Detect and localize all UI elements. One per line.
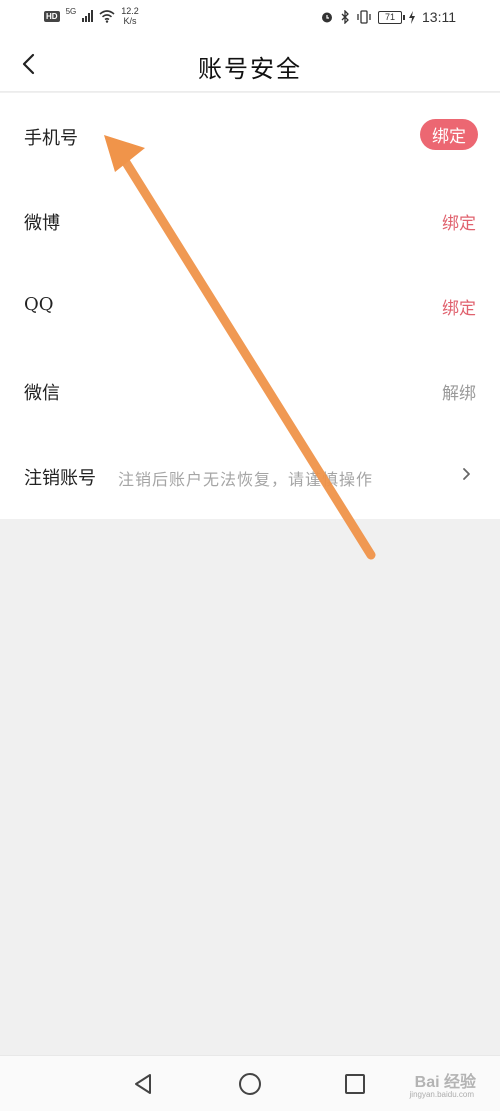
row-label-weibo: 微博: [24, 213, 60, 234]
signal-icon: [82, 10, 94, 22]
row-weibo[interactable]: 微博 绑定: [0, 178, 500, 263]
hd-badge: HD: [44, 10, 60, 22]
network-type: 5G: [65, 6, 77, 16]
triangle-back-icon[interactable]: [129, 1070, 157, 1098]
charging-icon: [409, 10, 415, 24]
unbind-wechat-button[interactable]: 解绑: [442, 379, 476, 404]
network-speed-unit: K/s: [123, 16, 137, 26]
network-speed-value: 12.2: [121, 6, 139, 16]
row-cancel-account[interactable]: 注销账号 注销后账户无法恢复，请谨慎操作: [0, 433, 500, 518]
row-wechat[interactable]: 微信 解绑: [0, 348, 500, 433]
watermark-domain: jingyan.baidu.com: [409, 1090, 474, 1099]
alarm-icon: [322, 12, 332, 23]
row-label-qq: QQ: [24, 294, 54, 315]
clock: 13:11: [422, 9, 456, 25]
row-phone[interactable]: 手机号 绑定: [0, 93, 500, 178]
chevron-right-icon[interactable]: [460, 463, 474, 485]
bind-weibo-button[interactable]: 绑定: [442, 209, 476, 234]
battery-icon: 71: [378, 10, 405, 24]
account-binding-list: 手机号 绑定 微博 绑定 QQ 绑定 微信 解绑 注销账号 注销后账户无法恢复，…: [0, 93, 500, 519]
bind-qq-button[interactable]: 绑定: [442, 294, 476, 319]
row-label-cancel-account: 注销账号: [24, 468, 96, 489]
row-qq[interactable]: QQ 绑定: [0, 263, 500, 348]
title-bar: 账号安全: [0, 36, 500, 92]
row-label-wechat: 微信: [24, 383, 60, 404]
bluetooth-icon: [341, 10, 349, 24]
page-title: 账号安全: [198, 55, 302, 83]
vibrate-icon: [357, 10, 371, 24]
square-recent-icon[interactable]: [341, 1070, 369, 1098]
wifi-icon: [99, 9, 115, 23]
watermark-brand: Bai 经验: [414, 1074, 476, 1091]
bind-phone-button[interactable]: 绑定: [420, 119, 478, 150]
cancel-account-warning: 注销后账户无法恢复，请谨慎操作: [118, 470, 374, 489]
circle-home-icon[interactable]: [236, 1070, 264, 1098]
row-label-phone: 手机号: [24, 128, 78, 149]
network-speed: 12.2 K/s: [121, 6, 139, 26]
status-bar: HD 5G 12.2 K/s 71 13:11: [0, 0, 500, 36]
